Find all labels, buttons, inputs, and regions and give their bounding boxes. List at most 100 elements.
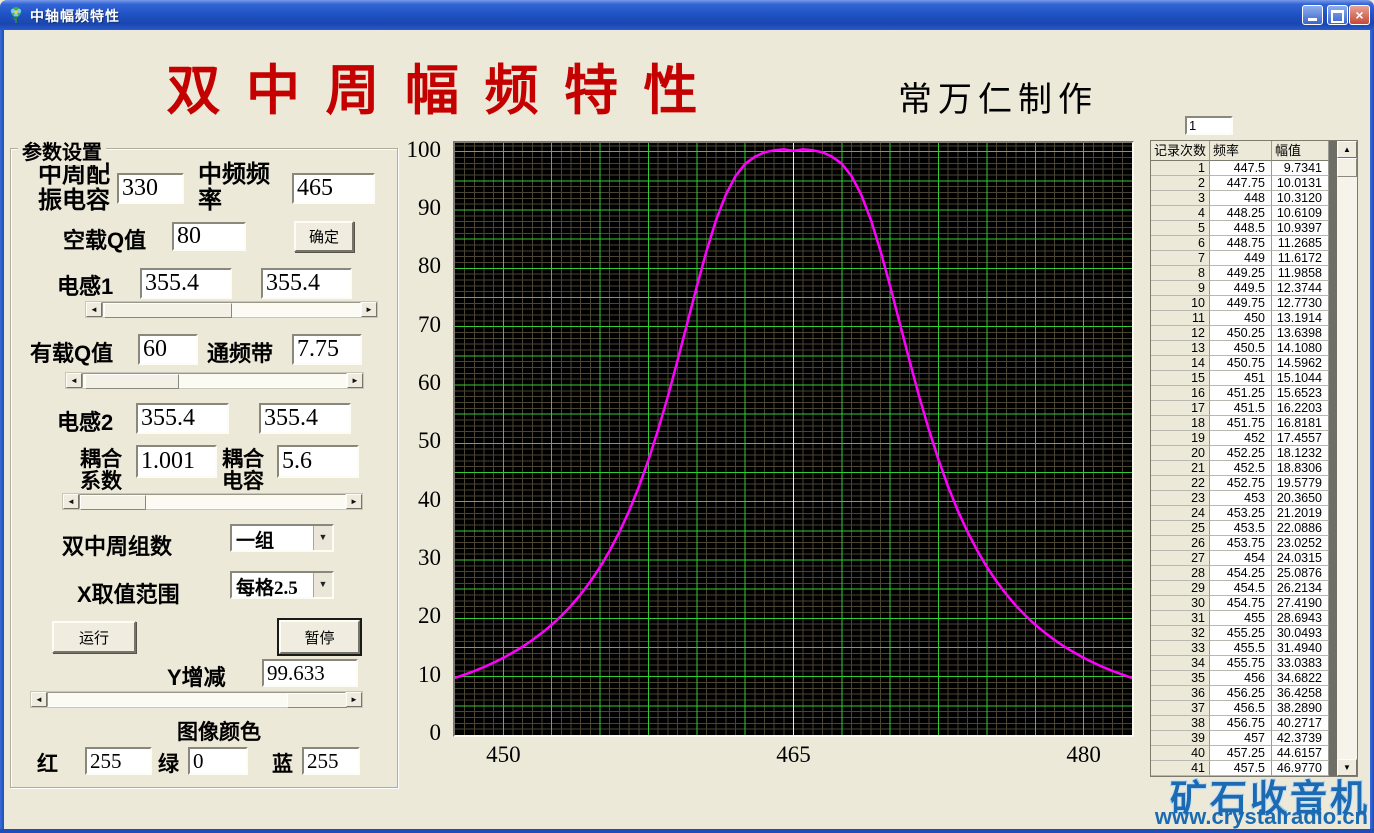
scroll-up-icon[interactable]: ▲ [1337,141,1357,158]
y-delta-scrollbar[interactable]: ◄ ► [30,691,363,708]
inductor2-input-a[interactable] [136,403,229,434]
table-row[interactable]: 34455.7533.0383 [1151,656,1357,671]
table-row[interactable]: 18451.7516.8181 [1151,416,1357,431]
table-row[interactable]: 5448.510.9397 [1151,221,1357,236]
maximize-button[interactable] [1327,5,1348,25]
if-frequency-input[interactable] [292,173,375,204]
frequency-cell: 454.25 [1210,566,1272,581]
coupling-cap-input[interactable] [277,445,359,478]
coupling-coeff-input[interactable] [136,445,217,478]
scrollbar-track[interactable] [79,494,346,509]
unloaded-q-input[interactable] [172,222,246,251]
chevron-down-icon[interactable]: ▼ [313,526,332,550]
table-row[interactable]: 1545115.1044 [1151,371,1357,386]
record-cell: 38 [1151,716,1210,731]
inductor1-input-b[interactable] [261,268,352,299]
table-row[interactable]: 1447.59.7341 [1151,161,1357,176]
table-row[interactable]: 14450.7514.5962 [1151,356,1357,371]
table-row[interactable]: 10449.7512.7730 [1151,296,1357,311]
scroll-left-icon[interactable]: ◄ [66,373,82,388]
table-row[interactable]: 36456.2536.4258 [1151,686,1357,701]
x-range-select[interactable]: 每格2.5 ▼ [230,571,334,599]
table-scrollbar[interactable]: ▲ ▼ [1337,141,1357,776]
scrollbar-thumb[interactable] [85,374,179,389]
table-row[interactable]: 13450.514.1080 [1151,341,1357,356]
scroll-left-icon[interactable]: ◄ [63,494,79,509]
y-axis-tick-label: 100 [383,137,441,163]
table-row[interactable]: 24453.2521.2019 [1151,506,1357,521]
table-row[interactable]: 16451.2515.6523 [1151,386,1357,401]
table-row[interactable]: 26453.7523.0252 [1151,536,1357,551]
table-row[interactable]: 3945742.3739 [1151,731,1357,746]
red-input[interactable] [85,747,152,775]
chevron-down-icon[interactable]: ▼ [313,573,332,597]
pause-button[interactable]: 暂停 [279,620,360,654]
table-row[interactable]: 2345320.3650 [1151,491,1357,506]
green-input[interactable] [188,747,248,775]
loaded-q-scrollbar[interactable]: ◄ ► [65,372,364,389]
y-delta-input[interactable] [262,659,358,687]
scrollbar-thumb[interactable] [1337,158,1357,177]
table-row[interactable]: 40457.2544.6157 [1151,746,1357,761]
table-row[interactable]: 744911.6172 [1151,251,1357,266]
record-cell: 11 [1151,311,1210,326]
bandwidth-input[interactable] [292,334,362,365]
table-row[interactable]: 1945217.4557 [1151,431,1357,446]
amplitude-cell: 38.2890 [1272,701,1329,716]
scrollbar-thumb[interactable] [287,693,347,708]
record-count-input[interactable] [1185,116,1233,135]
scroll-right-icon[interactable]: ► [346,494,362,509]
table-row[interactable]: 9449.512.3744 [1151,281,1357,296]
table-row[interactable]: 25453.522.0886 [1151,521,1357,536]
blue-input[interactable] [302,747,360,775]
amplitude-cell: 21.2019 [1272,506,1329,521]
loaded-q-input[interactable] [138,334,198,365]
table-row[interactable]: 17451.516.2203 [1151,401,1357,416]
table-row[interactable]: 12450.2513.6398 [1151,326,1357,341]
inductor2-input-b[interactable] [259,403,351,434]
scroll-right-icon[interactable]: ► [347,373,363,388]
group-count-select[interactable]: 一组 ▼ [230,524,334,552]
scroll-right-icon[interactable]: ► [346,692,362,707]
table-row[interactable]: 4448.2510.6109 [1151,206,1357,221]
table-row[interactable]: 2447.7510.0131 [1151,176,1357,191]
table-row[interactable]: 29454.526.2134 [1151,581,1357,596]
minimize-button[interactable] [1302,5,1323,25]
table-row[interactable]: 33455.531.4940 [1151,641,1357,656]
coupling-scrollbar[interactable]: ◄ ► [62,493,363,510]
table-row[interactable]: 3545634.6822 [1151,671,1357,686]
record-cell: 40 [1151,746,1210,761]
table-row[interactable]: 30454.7527.4190 [1151,596,1357,611]
scrollbar-thumb[interactable] [104,303,232,318]
table-row[interactable]: 20452.2518.1232 [1151,446,1357,461]
table-row[interactable]: 21452.518.8306 [1151,461,1357,476]
scrollbar-track[interactable] [47,692,346,707]
inductor1-scrollbar[interactable]: ◄ ► [85,301,378,318]
close-button[interactable]: × [1349,5,1370,25]
amplitude-cell: 23.0252 [1272,536,1329,551]
scroll-left-icon[interactable]: ◄ [31,692,47,707]
table-row[interactable]: 8449.2511.9858 [1151,266,1357,281]
scroll-right-icon[interactable]: ► [361,302,377,317]
table-row[interactable]: 6448.7511.2685 [1151,236,1357,251]
scrollbar-track[interactable] [82,373,347,388]
window-border-bottom [0,829,1374,833]
scrollbar-thumb[interactable] [80,495,146,510]
table-row[interactable]: 28454.2525.0876 [1151,566,1357,581]
amplitude-cell: 30.0493 [1272,626,1329,641]
inductor1-input-a[interactable] [140,268,232,299]
scroll-left-icon[interactable]: ◄ [86,302,102,317]
scrollbar-track[interactable] [102,302,361,317]
run-button[interactable]: 运行 [52,621,136,653]
cap-input[interactable] [117,173,184,204]
table-row[interactable]: 1145013.1914 [1151,311,1357,326]
table-row[interactable]: 37456.538.2890 [1151,701,1357,716]
table-row[interactable]: 344810.3120 [1151,191,1357,206]
table-row[interactable]: 2745424.0315 [1151,551,1357,566]
table-row[interactable]: 32455.2530.0493 [1151,626,1357,641]
record-cell: 34 [1151,656,1210,671]
table-row[interactable]: 22452.7519.5779 [1151,476,1357,491]
table-row[interactable]: 38456.7540.2717 [1151,716,1357,731]
ok-button[interactable]: 确定 [294,221,354,252]
table-row[interactable]: 3145528.6943 [1151,611,1357,626]
